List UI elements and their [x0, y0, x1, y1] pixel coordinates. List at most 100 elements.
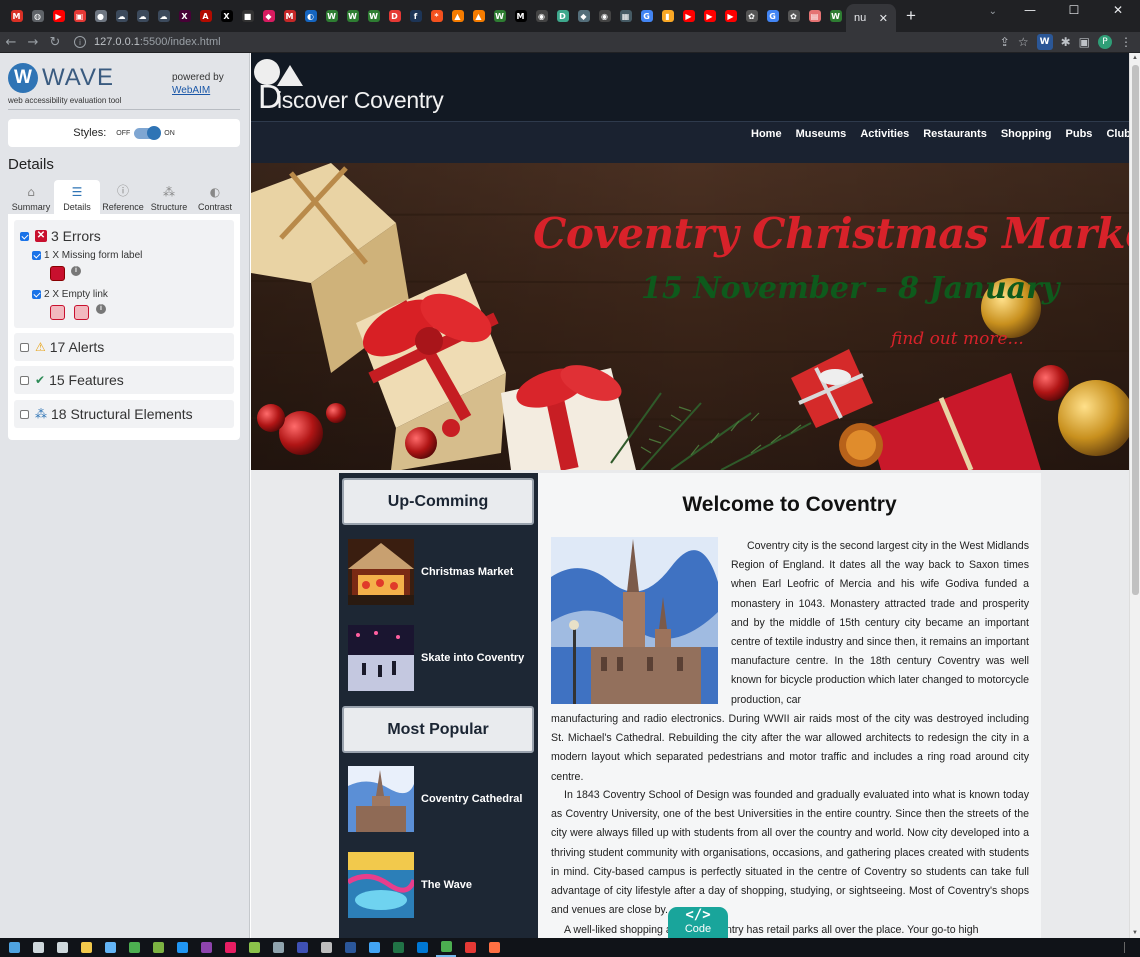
browser-tab[interactable]: * [426, 0, 447, 32]
active-tab[interactable]: nu ✕ [846, 4, 896, 32]
show-desktop-button[interactable] [1124, 942, 1134, 953]
nav-link[interactable]: Clubs [1106, 128, 1129, 140]
taskbar-app[interactable] [220, 938, 240, 957]
upcoming-item[interactable]: Skate into Coventry [348, 625, 533, 691]
features-row[interactable]: ✔ 15 Features [14, 366, 234, 394]
browser-tab[interactable]: ◉ [594, 0, 615, 32]
browser-tab[interactable]: ◉ [531, 0, 552, 32]
browser-tab[interactable]: ■ [237, 0, 258, 32]
browser-tab[interactable]: X [216, 0, 237, 32]
browser-tab[interactable]: ▦ [615, 0, 636, 32]
page-scrollbar[interactable]: ▲ ▼ [1129, 53, 1140, 938]
sidebar-icon[interactable]: ▣ [1079, 35, 1090, 49]
browser-tab[interactable]: ▶ [720, 0, 741, 32]
hero-banner[interactable]: Coventry Christmas Market 15 November - … [251, 163, 1129, 470]
browser-tab[interactable]: ☁ [153, 0, 174, 32]
alerts-checkbox[interactable] [20, 342, 29, 352]
browser-tab[interactable]: X [174, 0, 195, 32]
browser-tab[interactable]: M [279, 0, 300, 32]
features-checkbox[interactable] [20, 375, 29, 385]
nav-link[interactable]: Home [751, 128, 782, 140]
taskbar-app[interactable] [4, 938, 24, 957]
maximize-button[interactable]: ☐ [1052, 0, 1096, 20]
scroll-down-icon[interactable]: ▼ [1132, 930, 1138, 936]
browser-tab[interactable]: f [405, 0, 426, 32]
browser-tab[interactable]: D [384, 0, 405, 32]
browser-tab[interactable]: ◆ [258, 0, 279, 32]
new-tab-button[interactable]: + [906, 6, 916, 26]
browser-tab[interactable]: A [195, 0, 216, 32]
extensions-puzzle-icon[interactable]: ✱ [1061, 35, 1071, 49]
browser-tab[interactable]: ● [90, 0, 111, 32]
reload-icon[interactable]: ↻ [44, 35, 66, 50]
taskbar-app[interactable] [244, 938, 264, 957]
tab-contrast[interactable]: ◐ Contrast [192, 180, 238, 214]
hero-find-out-more-link[interactable]: find out more... [891, 329, 1024, 349]
browser-tab[interactable]: W [321, 0, 342, 32]
taskbar-app[interactable] [268, 938, 288, 957]
webaim-link[interactable]: WebAIM [172, 85, 210, 96]
taskbar-app[interactable] [100, 938, 120, 957]
browser-tab[interactable]: W [363, 0, 384, 32]
popular-item[interactable]: Coventry Cathedral [348, 766, 533, 832]
share-icon[interactable]: ⇪ [1000, 35, 1010, 49]
popular-item[interactable]: The Wave [348, 852, 533, 918]
tab-reference[interactable]: ⓘ Reference [100, 180, 146, 214]
minimize-button[interactable]: — [1008, 0, 1052, 20]
back-icon[interactable]: ← [0, 35, 22, 50]
browser-tab[interactable]: M [6, 0, 27, 32]
browser-tab[interactable]: ▶ [48, 0, 69, 32]
taskbar-app[interactable] [316, 938, 336, 957]
toggle-knob[interactable] [147, 125, 162, 140]
browser-tab[interactable]: D [552, 0, 573, 32]
taskbar-app[interactable] [388, 938, 408, 957]
browser-tab[interactable]: ▣ [69, 0, 90, 32]
close-window-button[interactable]: ✕ [1096, 0, 1140, 20]
taskbar-app[interactable] [52, 938, 72, 957]
tab-search-icon[interactable]: ⌄ [989, 6, 997, 17]
nav-link[interactable]: Activities [860, 128, 909, 140]
empty-link-error-icon[interactable] [74, 305, 89, 320]
browser-tab[interactable]: G [762, 0, 783, 32]
taskbar-app[interactable] [364, 938, 384, 957]
wave-extension-icon[interactable]: W [1036, 34, 1053, 50]
site-info-icon[interactable]: i [74, 36, 86, 48]
missing-form-label-checkbox[interactable] [32, 251, 41, 260]
alerts-row[interactable]: ⚠ 17 Alerts [14, 333, 234, 361]
browser-tab[interactable]: W [342, 0, 363, 32]
browser-tab[interactable]: G [636, 0, 657, 32]
nav-link[interactable]: Shopping [1001, 128, 1052, 140]
browser-tab[interactable]: ✿ [741, 0, 762, 32]
structural-elements-row[interactable]: ⁂ 18 Structural Elements [14, 400, 234, 428]
taskbar-app[interactable] [76, 938, 96, 957]
browser-tab[interactable]: M [510, 0, 531, 32]
taskbar-app[interactable] [148, 938, 168, 957]
taskbar-app[interactable] [124, 938, 144, 957]
browser-tab[interactable]: ▤ [804, 0, 825, 32]
upcoming-item[interactable]: Christmas Market [348, 539, 533, 605]
taskbar-app[interactable] [340, 938, 360, 957]
nav-link[interactable]: Pubs [1066, 128, 1093, 140]
taskbar-app[interactable] [172, 938, 192, 957]
tab-summary[interactable]: ⌂ Summary [8, 180, 54, 214]
scrollbar-thumb[interactable] [1132, 65, 1139, 595]
tab-structure[interactable]: ⁂ Structure [146, 180, 192, 214]
taskbar-app[interactable] [292, 938, 312, 957]
toggle-track[interactable] [134, 125, 162, 140]
menu-kebab-icon[interactable]: ⋮ [1120, 35, 1132, 49]
browser-tab[interactable]: ☁ [111, 0, 132, 32]
bookmark-star-icon[interactable]: ☆ [1018, 35, 1029, 49]
browser-tab[interactable]: ▲ [447, 0, 468, 32]
taskbar-app[interactable] [28, 938, 48, 957]
errors-checkbox[interactable] [20, 231, 29, 241]
nav-link[interactable]: Restaurants [923, 128, 987, 140]
taskbar-app[interactable] [460, 938, 480, 957]
browser-tab[interactable]: W [489, 0, 510, 32]
code-toggle-button[interactable]: </> Code [668, 907, 728, 938]
nav-link[interactable]: Museums [796, 128, 847, 140]
browser-tab[interactable]: ◐ [300, 0, 321, 32]
taskbar-app[interactable] [412, 938, 432, 957]
tab-close-icon[interactable]: ✕ [879, 12, 888, 25]
empty-link-checkbox[interactable] [32, 290, 41, 299]
browser-tab[interactable]: ◍ [27, 0, 48, 32]
